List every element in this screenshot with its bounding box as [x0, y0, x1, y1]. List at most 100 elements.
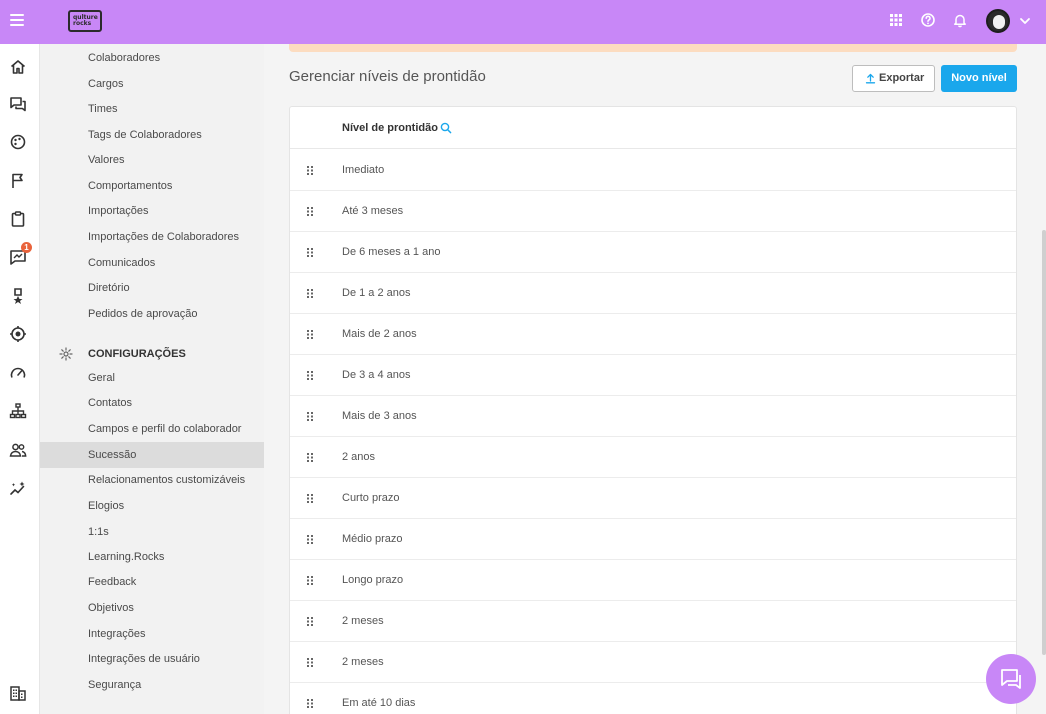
- menu-section-configuracoes: CONFIGURAÇÕES: [40, 342, 264, 366]
- sparkles-icon[interactable]: [9, 480, 27, 498]
- menu-item-1-1s[interactable]: 1:1s: [40, 519, 264, 545]
- readiness-level-name: 2 meses: [342, 656, 384, 668]
- menu-item-comunicados[interactable]: Comunicados: [40, 250, 264, 276]
- drag-handle-icon[interactable]: [307, 371, 313, 380]
- chevron-down-icon[interactable]: [1019, 15, 1031, 27]
- chat-icon[interactable]: [9, 95, 27, 113]
- menu-item-sucessao[interactable]: Sucessão: [40, 442, 264, 468]
- drag-handle-icon[interactable]: [307, 330, 313, 339]
- help-icon[interactable]: [920, 12, 936, 28]
- settings-menu: Colaboradores Cargos Times Tags de Colab…: [40, 44, 264, 714]
- menu-item-tags-colaboradores[interactable]: Tags de Colaboradores: [40, 122, 264, 148]
- chat-support-button[interactable]: [986, 654, 1036, 704]
- menu-item-importacoes[interactable]: Importações: [40, 198, 264, 224]
- menu-item-seguranca[interactable]: Segurança: [40, 672, 264, 698]
- readiness-level-name: Em até 10 dias: [342, 697, 416, 709]
- menu-item-importacoes-colaboradores[interactable]: Importações de Colaboradores: [40, 224, 264, 250]
- drag-handle-icon[interactable]: [307, 535, 313, 544]
- target-icon[interactable]: [9, 325, 27, 343]
- drag-handle-icon[interactable]: [307, 658, 313, 667]
- table-row[interactable]: Curto prazo: [290, 478, 1016, 519]
- export-button-label: Exportar: [879, 72, 925, 84]
- drag-handle-icon[interactable]: [307, 494, 313, 503]
- page-scrollbar[interactable]: [1042, 230, 1046, 655]
- menu-item-cargos[interactable]: Cargos: [40, 71, 264, 97]
- section-title: CONFIGURAÇÕES: [88, 348, 186, 360]
- avatar[interactable]: [986, 9, 1010, 33]
- export-button[interactable]: Exportar: [852, 65, 935, 92]
- logo-line-2: rocks: [73, 20, 92, 27]
- palette-icon[interactable]: [9, 133, 27, 151]
- table-row[interactable]: Até 3 meses: [290, 191, 1016, 232]
- table-row[interactable]: De 3 a 4 anos: [290, 355, 1016, 396]
- clipboard-icon[interactable]: [9, 210, 27, 228]
- table-row[interactable]: Mais de 2 anos: [290, 314, 1016, 355]
- table-row[interactable]: Imediato: [290, 150, 1016, 191]
- menu-item-learning-rocks[interactable]: Learning.Rocks: [40, 544, 264, 570]
- table-row[interactable]: De 6 meses a 1 ano: [290, 232, 1016, 273]
- icon-rail: 1: [0, 44, 40, 714]
- menu-item-integracoes-usuario[interactable]: Integrações de usuário: [40, 646, 264, 672]
- table-row[interactable]: Longo prazo: [290, 560, 1016, 601]
- table-row[interactable]: 2 meses: [290, 642, 1016, 683]
- readiness-level-name: 2 anos: [342, 451, 376, 463]
- drag-handle-icon[interactable]: [307, 166, 313, 175]
- apps-grid-icon[interactable]: [888, 12, 904, 28]
- menu-item-valores[interactable]: Valores: [40, 147, 264, 173]
- readiness-level-name: De 3 a 4 anos: [342, 369, 411, 381]
- main-content: Gerenciar níveis de prontidão Exportar N…: [264, 44, 1046, 714]
- readiness-level-name: Mais de 3 anos: [342, 410, 417, 422]
- readiness-level-name: Até 3 meses: [342, 205, 404, 217]
- alert-banner: [289, 44, 1017, 52]
- menu-item-feedback[interactable]: Feedback: [40, 569, 264, 595]
- menu-item-diretorio[interactable]: Diretório: [40, 275, 264, 301]
- search-icon[interactable]: [440, 122, 452, 134]
- drag-handle-icon[interactable]: [307, 412, 313, 421]
- brand-logo[interactable]: qulture rocks: [68, 10, 102, 32]
- readiness-level-name: Imediato: [342, 164, 385, 176]
- readiness-level-name: Longo prazo: [342, 574, 404, 586]
- flag-icon[interactable]: [9, 172, 27, 190]
- menu-item-colaboradores[interactable]: Colaboradores: [40, 45, 264, 71]
- page-title: Gerenciar níveis de prontidão: [289, 68, 486, 85]
- org-chart-icon[interactable]: [9, 402, 27, 420]
- menu-icon[interactable]: [10, 14, 24, 26]
- menu-item-contatos[interactable]: Contatos: [40, 390, 264, 416]
- menu-item-elogios[interactable]: Elogios: [40, 493, 264, 519]
- building-icon[interactable]: [9, 684, 27, 702]
- table-row[interactable]: 2 anos: [290, 437, 1016, 478]
- table-row[interactable]: Mais de 3 anos: [290, 396, 1016, 437]
- menu-item-integracoes[interactable]: Integrações: [40, 621, 264, 647]
- column-header-readiness[interactable]: Nível de prontidão: [342, 122, 438, 134]
- drag-handle-icon[interactable]: [307, 207, 313, 216]
- readiness-level-name: Curto prazo: [342, 492, 400, 504]
- drag-handle-icon[interactable]: [307, 699, 313, 708]
- table-row[interactable]: 2 meses: [290, 601, 1016, 642]
- readiness-level-name: 2 meses: [342, 615, 384, 627]
- menu-item-comportamentos[interactable]: Comportamentos: [40, 173, 264, 199]
- drag-handle-icon[interactable]: [307, 453, 313, 462]
- chat-bubble-icon: [1001, 669, 1021, 689]
- menu-item-campos-perfil[interactable]: Campos e perfil do colaborador: [40, 416, 264, 442]
- drag-handle-icon[interactable]: [307, 248, 313, 257]
- menu-item-pedidos-aprovacao[interactable]: Pedidos de aprovação: [40, 301, 264, 327]
- drag-handle-icon[interactable]: [307, 617, 313, 626]
- table-row[interactable]: Em até 10 dias: [290, 683, 1016, 714]
- bell-icon[interactable]: [952, 12, 968, 28]
- readiness-level-name: De 6 meses a 1 ano: [342, 246, 441, 258]
- medal-icon[interactable]: [9, 287, 27, 305]
- menu-item-geral[interactable]: Geral: [40, 365, 264, 391]
- table-row[interactable]: De 1 a 2 anos: [290, 273, 1016, 314]
- menu-item-relacionamentos[interactable]: Relacionamentos customizáveis: [40, 467, 264, 493]
- drag-handle-icon[interactable]: [307, 289, 313, 298]
- home-icon[interactable]: [9, 58, 27, 76]
- readiness-level-name: De 1 a 2 anos: [342, 287, 411, 299]
- gauge-icon[interactable]: [9, 364, 27, 382]
- people-icon[interactable]: [9, 441, 27, 459]
- menu-item-objetivos[interactable]: Objetivos: [40, 595, 264, 621]
- table-row[interactable]: Médio prazo: [290, 519, 1016, 560]
- drag-handle-icon[interactable]: [307, 576, 313, 585]
- notification-badge: 1: [21, 242, 32, 253]
- menu-item-times[interactable]: Times: [40, 96, 264, 122]
- new-level-button[interactable]: Novo nível: [941, 65, 1017, 92]
